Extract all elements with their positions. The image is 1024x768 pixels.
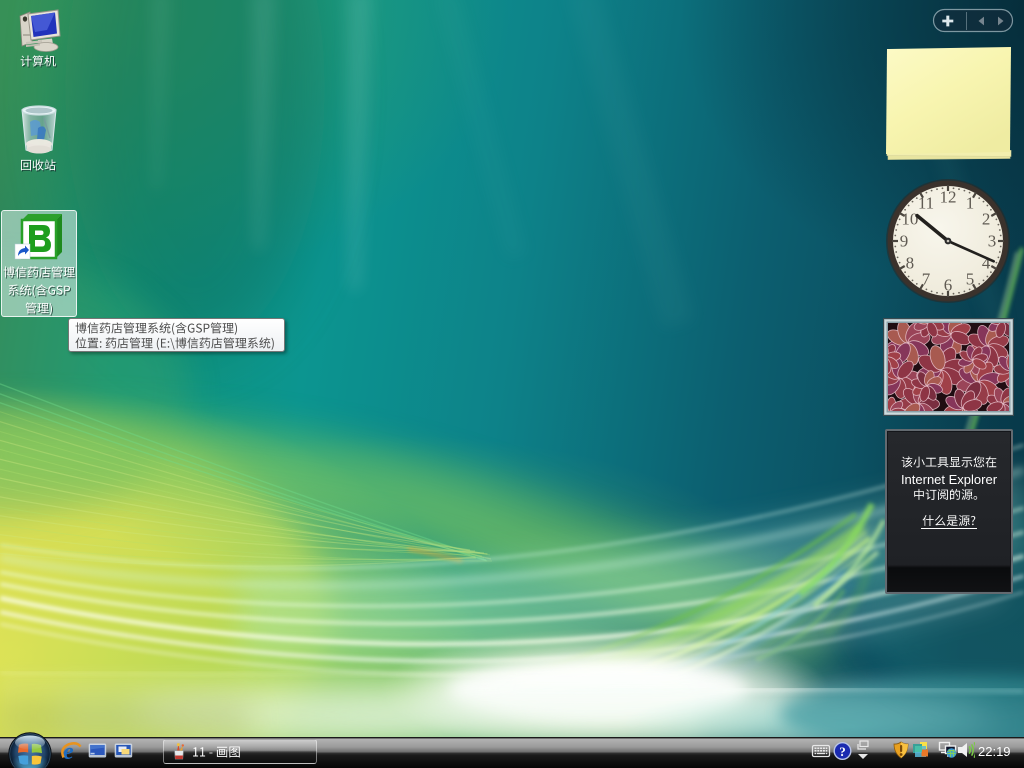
svg-text:6: 6 — [944, 276, 953, 295]
svg-text:7: 7 — [922, 270, 931, 289]
svg-text:5: 5 — [966, 270, 975, 289]
svg-text:9: 9 — [900, 232, 909, 251]
svg-text:1: 1 — [966, 193, 975, 212]
svg-text:12: 12 — [940, 188, 957, 207]
svg-text:8: 8 — [906, 254, 915, 273]
svg-text:2: 2 — [982, 210, 991, 229]
svg-text:?: ? — [839, 744, 846, 759]
svg-text:3: 3 — [988, 232, 997, 251]
svg-text:11: 11 — [918, 193, 934, 212]
svg-text:10: 10 — [901, 210, 918, 229]
